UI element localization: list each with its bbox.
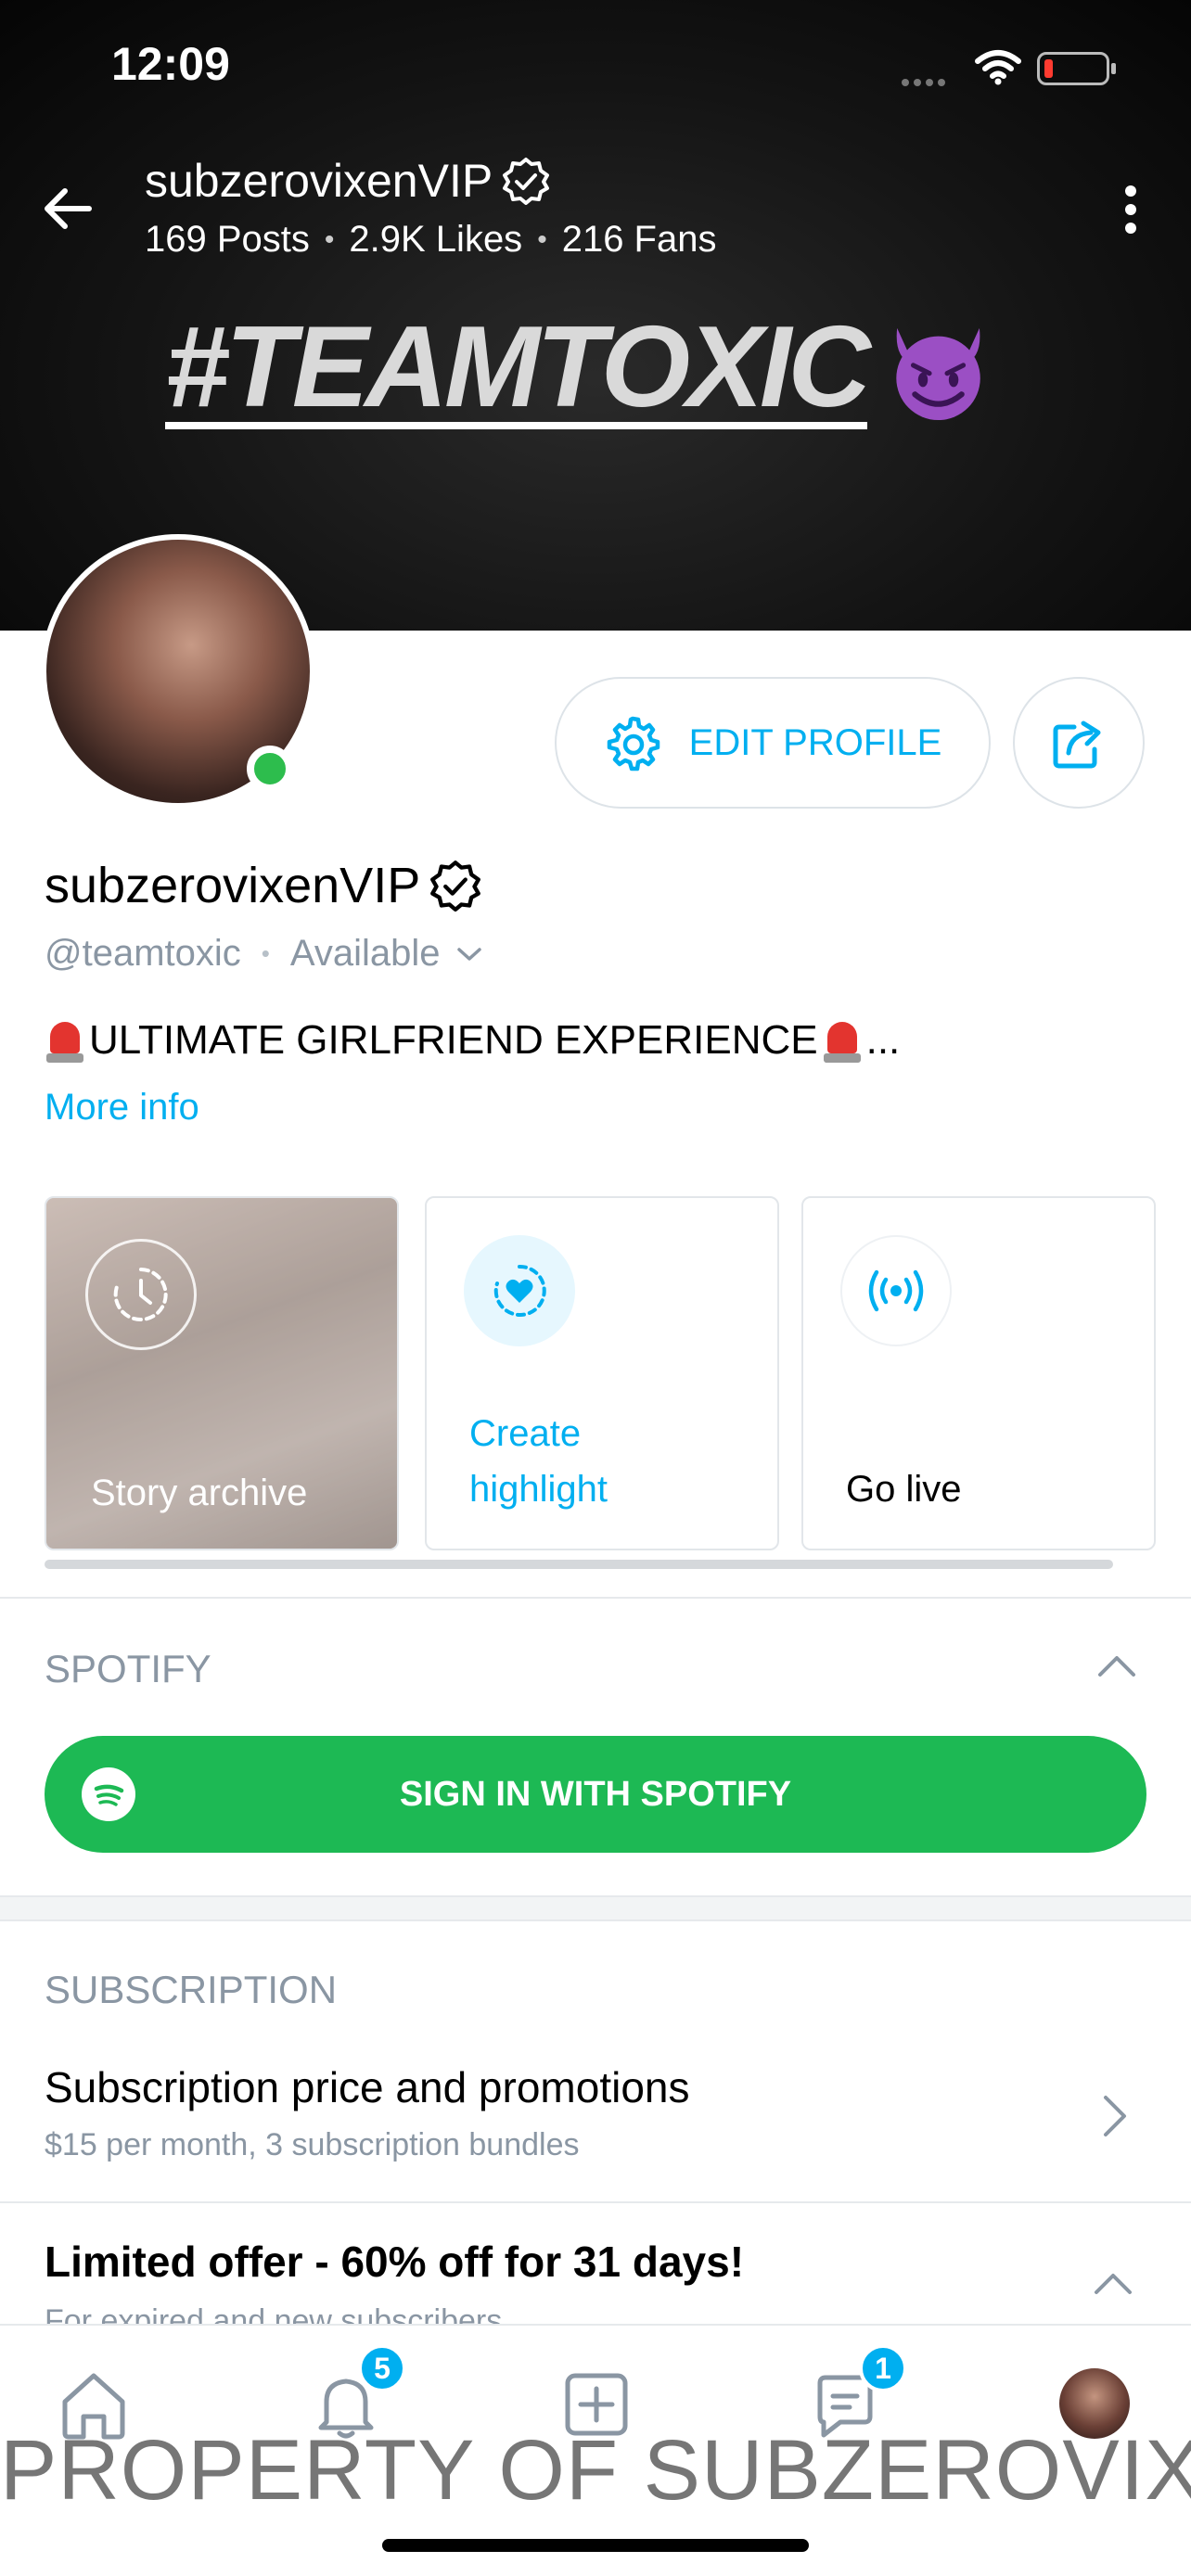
heart-circle-icon: [464, 1235, 575, 1346]
more-info-link[interactable]: More info: [45, 1087, 199, 1129]
chevron-down-icon: [456, 947, 481, 961]
banner-text: #TEAMTOXIC: [165, 303, 871, 431]
profile-handle-row: @teamtoxic • Available: [45, 933, 483, 975]
verified-icon: [503, 158, 550, 205]
home-indicator[interactable]: [382, 2539, 809, 2552]
subscription-price-row[interactable]: [0, 2036, 1191, 2200]
availability-label: Available: [289, 933, 441, 974]
likes-count: 2.9K Likes: [349, 219, 523, 260]
gear-icon: [607, 716, 660, 772]
watermark-text: PROPERTY OF SUBZEROVIXEN: [0, 2423, 1191, 2518]
profile-handle: @teamtoxic: [45, 933, 241, 974]
profile-name: subzerovixenVIP: [45, 857, 481, 914]
story-archive-label: Story archive: [91, 1473, 308, 1513]
profile-bio: ULTIMATE GIRLFRIEND EXPERIENCE ...: [45, 1016, 900, 1065]
edit-profile-button[interactable]: EDIT PROFILE: [555, 677, 991, 809]
stories-scrollbar[interactable]: [45, 1560, 1113, 1569]
share-profile-button[interactable]: [1013, 677, 1145, 809]
header-stats: 169 Posts • 2.9K Likes • 216 Fans: [145, 219, 717, 260]
subscription-price-title: Subscription price and promotions: [45, 2063, 690, 2111]
header-name-text: subzerovixenVIP: [145, 155, 493, 207]
row-divider: [0, 2201, 1191, 2203]
siren-emoji-icon: [45, 1016, 85, 1065]
section-separator: [0, 1895, 1191, 1921]
broadcast-icon: [840, 1235, 952, 1346]
messages-badge: 1: [859, 2344, 907, 2392]
bio-text: ULTIMATE GIRLFRIEND EXPERIENCE: [89, 1017, 818, 1063]
create-highlight-line2: highlight: [469, 1469, 608, 1510]
online-status-dot: [247, 746, 293, 792]
notifications-badge: 5: [358, 2344, 406, 2392]
status-time: 12:09: [111, 38, 230, 90]
chevron-up-icon[interactable]: [1093, 2263, 1133, 2303]
subscription-price-subtitle: $15 per month, 3 subscription bundles: [45, 2127, 580, 2162]
spotify-icon: [82, 1767, 135, 1821]
wifi-icon: [975, 50, 1021, 85]
header-profile-name: subzerovixenVIP: [145, 154, 550, 208]
spotify-button-label: SIGN IN WITH SPOTIFY: [399, 1774, 792, 1814]
battery-icon: [1037, 52, 1116, 85]
limited-offer-title: Limited offer - 60% off for 31 days!: [45, 2238, 745, 2286]
spotify-section-title: SPOTIFY: [45, 1647, 211, 1690]
section-divider: [0, 1597, 1191, 1599]
smiling-devil-emoji-icon: [896, 327, 980, 421]
subscription-section-title: SUBSCRIPTION: [45, 1968, 338, 2011]
back-arrow-icon[interactable]: [41, 182, 95, 236]
story-archive-card[interactable]: Story archive: [45, 1196, 399, 1550]
share-icon: [1053, 721, 1101, 769]
chevron-right-icon: [1104, 2096, 1126, 2136]
history-clock-icon: [85, 1239, 197, 1350]
posts-count: 169 Posts: [145, 219, 310, 260]
bio-ellipsis: ...: [865, 1017, 901, 1063]
signal-icon: [902, 74, 955, 86]
go-live-card[interactable]: Go live: [801, 1196, 1156, 1550]
availability-dropdown[interactable]: Available: [290, 933, 483, 975]
profile-name-text: subzerovixenVIP: [45, 858, 421, 913]
siren-emoji-icon: [822, 1016, 863, 1065]
go-live-label: Go live: [846, 1469, 962, 1510]
verified-icon: [430, 861, 481, 912]
cover-banner: #TEAMTOXIC: [165, 303, 991, 431]
create-highlight-card[interactable]: Create highlight: [425, 1196, 779, 1550]
chevron-up-icon[interactable]: [1096, 1645, 1137, 1686]
create-highlight-line1: Create: [469, 1413, 582, 1454]
sign-in-spotify-button[interactable]: SIGN IN WITH SPOTIFY: [45, 1736, 1146, 1853]
fans-count: 216 Fans: [561, 219, 717, 260]
more-options-icon[interactable]: [1108, 182, 1154, 237]
edit-profile-label: EDIT PROFILE: [688, 721, 942, 763]
